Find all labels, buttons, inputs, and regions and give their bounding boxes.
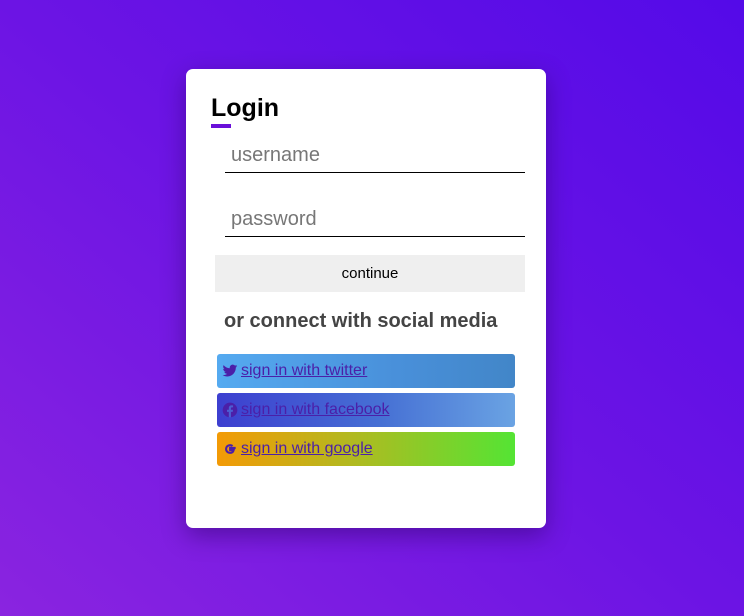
google-sign-in-button[interactable]: sign in with google [217,432,515,466]
login-card: Login continue or connect with social me… [186,69,546,528]
password-field[interactable] [225,203,525,237]
twitter-sign-in-button[interactable]: sign in with twitter [217,354,515,388]
social-heading: or connect with social media [224,310,498,332]
twitter-sign-in-link[interactable]: sign in with twitter [222,362,367,380]
title-underline [211,124,231,128]
twitter-icon [222,364,238,377]
facebook-sign-in-link[interactable]: sign in with facebook [222,401,390,419]
google-sign-in-label: sign in with google [241,440,373,457]
facebook-sign-in-label: sign in with facebook [241,401,390,418]
google-sign-in-link[interactable]: sign in with google [222,440,373,458]
google-icon [224,444,236,454]
username-field[interactable] [225,139,525,173]
facebook-sign-in-button[interactable]: sign in with facebook [217,393,515,427]
facebook-icon [222,402,238,418]
twitter-sign-in-label: sign in with twitter [241,362,368,379]
continue-button[interactable]: continue [215,255,525,292]
page-title: Login [211,94,280,122]
